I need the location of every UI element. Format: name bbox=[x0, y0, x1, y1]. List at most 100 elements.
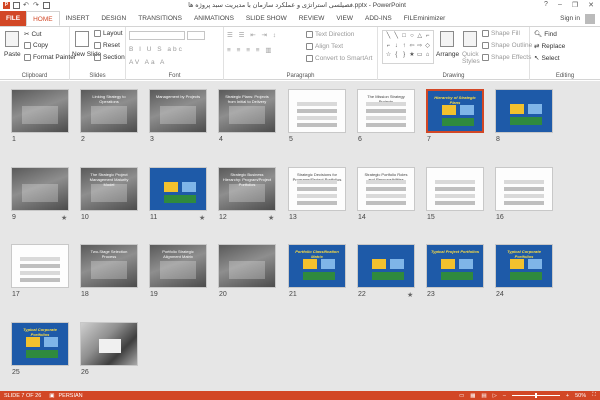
close-button[interactable]: ✕ bbox=[588, 1, 594, 9]
find-button[interactable]: 🔍︎ Find bbox=[534, 30, 557, 39]
tab-view[interactable]: VIEW bbox=[330, 11, 359, 26]
animation-star-icon[interactable]: ★ bbox=[199, 214, 205, 222]
slide-thumbnail-10[interactable]: The Strategic Project Management Maturit… bbox=[80, 167, 138, 211]
slide-thumbnail-19[interactable]: Portfolio Strategic Alignment Matrix bbox=[149, 244, 207, 288]
fit-slide-icon[interactable]: ⛶ bbox=[592, 392, 596, 399]
tab-animations[interactable]: ANIMATIONS bbox=[188, 11, 240, 26]
slide-thumbnail-14[interactable]: Strategic Portfolio Roles and Responsibi… bbox=[357, 167, 415, 211]
zoom-slider-knob[interactable] bbox=[534, 393, 537, 398]
slide-thumbnail-15[interactable] bbox=[426, 167, 484, 211]
slide-number: 14 bbox=[358, 214, 366, 221]
language-indicator[interactable]: PERSIAN bbox=[59, 393, 83, 399]
reading-view-icon[interactable]: ▤ bbox=[481, 393, 486, 399]
shape-fill-button[interactable]: Shape Fill bbox=[482, 30, 520, 37]
zoom-level[interactable]: 50% bbox=[575, 393, 586, 399]
bullets-buttons[interactable]: ☰ ☰ ⇤ ⇥ ↕ bbox=[227, 31, 278, 39]
tab-file[interactable]: FILE bbox=[0, 11, 27, 26]
tab-insert[interactable]: INSERT bbox=[60, 11, 96, 26]
align-text-button[interactable]: Align Text bbox=[306, 43, 343, 50]
slide-thumbnail-shape bbox=[504, 180, 544, 184]
slide-thumbnail-24[interactable]: Typical Corporate Portfolios bbox=[495, 244, 553, 288]
paste-icon[interactable] bbox=[5, 31, 19, 47]
slide-thumbnail-18[interactable]: Two-Stage Selection Process bbox=[80, 244, 138, 288]
slide-thumbnail-26[interactable] bbox=[80, 322, 138, 366]
zoom-in-button[interactable]: + bbox=[566, 393, 569, 399]
arrange-button[interactable]: Arrange bbox=[436, 51, 459, 58]
shapes-gallery[interactable]: ╲ ╲ □ ○ △ ⌐ ⌐ ↓ ↑ ⇦ ⇨ ◇ ☆{} ★ ▭ ⌂ bbox=[382, 30, 434, 64]
slide-thumbnail-17[interactable] bbox=[11, 244, 69, 288]
section-button[interactable]: Section bbox=[94, 54, 125, 61]
tab-design[interactable]: DESIGN bbox=[95, 11, 132, 26]
start-slideshow-icon[interactable] bbox=[43, 1, 50, 9]
slide-sorter-view-icon[interactable]: ▦ bbox=[470, 393, 475, 399]
format-painter-button[interactable]: Format Painter bbox=[24, 54, 76, 61]
layout-button[interactable]: Layout bbox=[94, 30, 123, 37]
sign-in-link[interactable]: Sign in bbox=[560, 15, 580, 22]
quick-styles-button[interactable]: Quick Styles bbox=[462, 51, 484, 65]
tab-review[interactable]: REVIEW bbox=[293, 11, 331, 26]
slide-thumbnail-5[interactable] bbox=[288, 89, 346, 133]
copy-button[interactable]: Copy bbox=[24, 42, 48, 49]
zoom-slider[interactable] bbox=[511, 393, 560, 398]
new-slide-icon[interactable] bbox=[75, 31, 89, 47]
slide-thumbnail-11[interactable] bbox=[149, 167, 207, 211]
redo-icon[interactable]: ↷ bbox=[33, 2, 40, 9]
text-direction-button[interactable]: Text Direction bbox=[306, 31, 354, 38]
slide-thumbnail-25[interactable]: Typical Corporate Portfolios bbox=[11, 322, 69, 366]
slide-thumbnail-22[interactable] bbox=[357, 244, 415, 288]
slide-thumbnail-20[interactable] bbox=[218, 244, 276, 288]
reset-button[interactable]: Reset bbox=[94, 42, 120, 49]
animation-star-icon[interactable]: ★ bbox=[61, 214, 67, 222]
slide-thumbnail-4[interactable]: Strategic Plans: Projects from Initial t… bbox=[218, 89, 276, 133]
slide-sorter[interactable]: 1 Linking Strategy to Operations 2 Manageme… bbox=[0, 81, 600, 391]
paste-button[interactable]: Paste bbox=[4, 51, 21, 58]
spell-check-icon[interactable]: ▣ bbox=[49, 393, 54, 399]
shape-outline-button[interactable]: Shape Outline bbox=[482, 42, 532, 49]
cut-button[interactable]: ✂ Cut bbox=[24, 30, 42, 39]
slide-thumbnail-21[interactable]: Portfolio Classification Matrix bbox=[288, 244, 346, 288]
slideshow-view-icon[interactable]: ▷ bbox=[493, 393, 497, 399]
slide-number: 8 bbox=[496, 136, 500, 143]
slide-thumbnail-7[interactable]: Hierarchy of Strategic Plans bbox=[426, 89, 484, 133]
slide-thumbnail-12[interactable]: Strategic Business Hierarchy: Program/Pr… bbox=[218, 167, 276, 211]
save-icon[interactable] bbox=[13, 1, 20, 9]
help-button[interactable]: ? bbox=[544, 1, 548, 9]
shape-effects-button[interactable]: Shape Effects bbox=[482, 54, 531, 61]
quick-styles-icon[interactable] bbox=[463, 31, 477, 47]
slide-thumbnail-9[interactable] bbox=[11, 167, 69, 211]
convert-smartart-button[interactable]: Convert to SmartArt bbox=[306, 55, 372, 62]
alignment-buttons[interactable]: ≡ ≡ ≡ ≡ ▥ bbox=[227, 46, 274, 54]
slide-thumbnail-shape bbox=[435, 180, 475, 184]
font-name-box[interactable] bbox=[129, 31, 185, 40]
slide-thumbnail-13[interactable]: Strategic Decisions for Programs/Project… bbox=[288, 167, 346, 211]
animation-star-icon[interactable]: ★ bbox=[268, 214, 274, 222]
arrange-icon[interactable] bbox=[440, 31, 454, 47]
tab-home[interactable]: HOME bbox=[26, 11, 60, 26]
slide-thumbnail-23[interactable]: Typical Project Portfolios bbox=[426, 244, 484, 288]
font-format-buttons[interactable]: B I U S abc bbox=[129, 46, 184, 53]
normal-view-icon[interactable]: ▭ bbox=[459, 393, 464, 399]
font-color-buttons[interactable]: AV Aa A bbox=[129, 59, 166, 66]
undo-icon[interactable]: ↶ bbox=[23, 2, 30, 9]
slide-thumbnail-16[interactable] bbox=[495, 167, 553, 211]
clipboard-group: Paste ✂ Cut Copy Format Painter Clipboard bbox=[0, 27, 76, 80]
minimize-button[interactable]: – bbox=[558, 1, 562, 9]
slide-thumbnail-3[interactable]: Management by Projects bbox=[149, 89, 207, 133]
slide-thumbnail-1[interactable] bbox=[11, 89, 69, 133]
tab-transitions[interactable]: TRANSITIONS bbox=[132, 11, 188, 26]
tab-slide-show[interactable]: SLIDE SHOW bbox=[240, 11, 293, 26]
tab-add-ins[interactable]: ADD-INS bbox=[359, 11, 398, 26]
font-size-box[interactable] bbox=[187, 31, 205, 40]
avatar[interactable] bbox=[585, 13, 595, 24]
animation-star-icon[interactable]: ★ bbox=[407, 291, 413, 299]
zoom-out-button[interactable]: – bbox=[503, 393, 506, 399]
tab-fileminimizer[interactable]: FILEminimizer bbox=[398, 11, 452, 26]
slide-number: 16 bbox=[496, 214, 504, 221]
slide-thumbnail-shape bbox=[297, 201, 337, 205]
slide-thumbnail-6[interactable]: The Mission Strategy Projects bbox=[357, 89, 415, 133]
select-button[interactable]: ↖ Select bbox=[534, 54, 560, 63]
slide-thumbnail-2[interactable]: Linking Strategy to Operations bbox=[80, 89, 138, 133]
slide-thumbnail-8[interactable] bbox=[495, 89, 553, 133]
replace-button[interactable]: ⇄ Replace bbox=[534, 42, 565, 51]
restore-button[interactable]: ❐ bbox=[572, 1, 578, 9]
